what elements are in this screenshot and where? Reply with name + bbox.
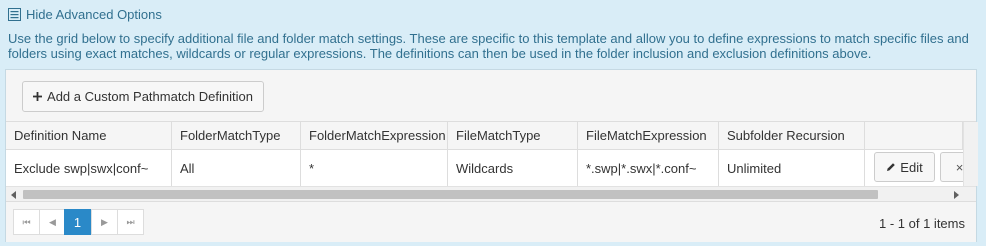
previous-page-icon: ◀ <box>49 216 56 227</box>
grid-toolbar: Add a Custom Pathmatch Definition <box>6 70 976 122</box>
current-page-number: 1 <box>73 214 82 230</box>
pencil-icon <box>886 160 896 175</box>
page-1-button[interactable]: 1 <box>64 209 91 235</box>
column-header-folder-match-type[interactable]: FolderMatchType <box>172 122 301 149</box>
scroll-right-arrow-icon[interactable] <box>954 191 959 199</box>
vertical-scrollbar[interactable] <box>963 122 978 186</box>
next-page-button[interactable]: ▶ <box>91 209 118 235</box>
scroll-left-arrow-icon[interactable] <box>11 191 16 199</box>
last-page-button[interactable]: ⏭ <box>117 209 144 235</box>
cell-definition-name: Exclude swp|swx|conf~ <box>6 150 172 186</box>
column-header-file-match-type[interactable]: FileMatchType <box>448 122 578 149</box>
column-header-subfolder-recursion[interactable]: Subfolder Recursion <box>719 122 865 149</box>
next-page-icon: ▶ <box>101 216 108 227</box>
column-header-definition-name[interactable]: Definition Name <box>6 122 172 149</box>
cell-folder-match-expression: * <box>301 150 448 186</box>
toggle-label: Hide Advanced Options <box>26 7 162 22</box>
cell-subfolder-recursion: Unlimited <box>719 150 865 186</box>
last-page-icon: ⏭ <box>126 216 135 227</box>
scrollbar-thumb[interactable] <box>23 190 878 199</box>
grid-description: Use the grid below to specify additional… <box>8 31 969 61</box>
hide-advanced-options-toggle[interactable]: Hide Advanced Options <box>8 7 162 22</box>
previous-page-button[interactable]: ◀ <box>39 209 66 235</box>
cell-file-match-expression: *.swp|*.swx|*.conf~ <box>578 150 719 186</box>
add-button-label: Add a Custom Pathmatch Definition <box>47 89 253 104</box>
first-page-button[interactable]: ⏮ <box>13 209 40 235</box>
cell-file-match-type: Wildcards <box>448 150 578 186</box>
cell-folder-match-type: All <box>172 150 301 186</box>
edit-label: Edit <box>900 159 923 175</box>
header-row: Definition Name FolderMatchType FolderMa… <box>6 122 976 150</box>
list-box-icon <box>8 8 21 21</box>
first-page-icon: ⏮ <box>22 216 31 227</box>
column-header-actions <box>865 122 963 149</box>
pager-info: 1 - 1 of 1 items <box>879 216 965 231</box>
pager: ⏮ ◀ 1 ▶ ⏭ 1 - 1 of 1 items <box>6 201 976 242</box>
column-header-file-match-expression[interactable]: FileMatchExpression <box>578 122 719 149</box>
table-row[interactable]: Exclude swp|swx|conf~ All * Wildcards *.… <box>6 150 978 186</box>
add-custom-pathmatch-button[interactable]: Add a Custom Pathmatch Definition <box>22 81 264 112</box>
horizontal-scrollbar[interactable] <box>6 186 976 201</box>
column-header-folder-match-expression[interactable]: FolderMatchExpression <box>301 122 448 149</box>
edit-button[interactable]: Edit <box>874 152 935 182</box>
plus-icon <box>33 89 43 104</box>
pathmatch-grid: Add a Custom Pathmatch Definition Defini… <box>5 69 978 242</box>
